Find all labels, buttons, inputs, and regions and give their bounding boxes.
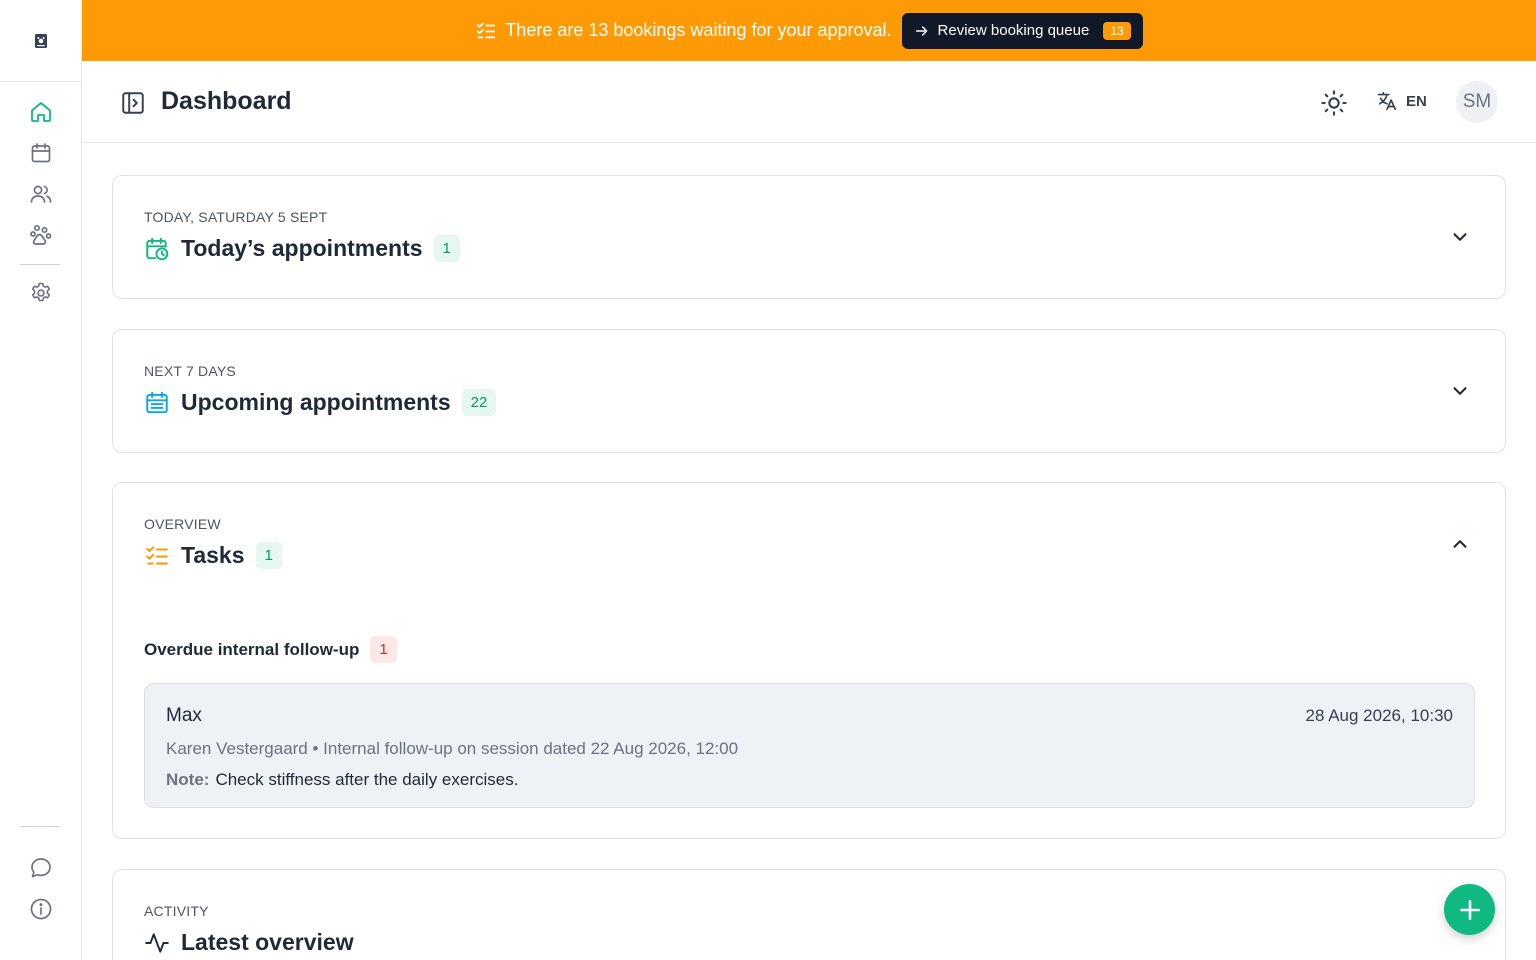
tasks-card: OVERVIEW Tasks 1 Overdue internal follow… [112,482,1506,839]
info-icon [30,898,52,920]
todays-appointments-card[interactable]: TODAY, SATURDAY 5 SEPT Today’s appointme… [112,175,1506,299]
task-due-date: 28 Aug 2026, 10:30 [1305,706,1453,725]
activity-card[interactable]: ACTIVITY Latest overview [112,869,1506,960]
task-item[interactable]: Max 28 Aug 2026, 10:30 Karen Vestergaard… [144,683,1475,808]
plus-icon [1459,899,1480,920]
settings-icon [31,282,51,302]
section-eyebrow: ACTIVITY [144,903,209,919]
section-title: Upcoming appointments [181,389,451,415]
calendar-list-icon [146,391,168,413]
sidebar-item-patients[interactable] [21,217,61,253]
task-note-text: Check stiffness after the daily exercise… [215,770,519,789]
sidebar [0,0,82,960]
sidebar-item-calendar[interactable] [21,135,61,171]
chevron-up-icon[interactable] [1449,533,1471,555]
section-title: Tasks [181,542,245,568]
calendar-clock-icon [146,237,169,260]
logo-icon [34,33,47,48]
task-note-label: Note: [166,770,210,789]
count-badge: 1 [255,542,282,569]
language-label: EN [1406,92,1427,110]
task-group-title: Overdue internal follow-up [144,639,360,659]
calendar-icon [31,143,51,163]
banner-message: There are 13 bookings waiting for your a… [505,20,892,40]
chevron-down-icon[interactable] [1449,226,1471,248]
translate-icon [1377,91,1397,111]
panel-toggle-icon [122,92,144,114]
section-eyebrow: TODAY, SATURDAY 5 SEPT [144,209,328,225]
users-icon [30,185,52,203]
sidebar-item-info[interactable] [21,891,61,927]
queue-count-badge: 13 [1103,21,1131,40]
sidebar-divider [20,264,60,265]
section-eyebrow: OVERVIEW [144,516,221,532]
sidebar-divider [20,826,60,827]
checklist-icon [477,22,496,38]
sun-icon [1321,90,1347,116]
count-badge: 22 [461,389,497,416]
user-avatar[interactable]: SM [1456,81,1498,123]
review-booking-queue-button[interactable]: Review booking queue 13 [901,12,1143,49]
section-title: Latest overview [181,929,354,955]
chat-icon [31,858,51,878]
add-button[interactable] [1444,884,1495,935]
page-header: Dashboard EN SM [82,61,1536,143]
section-eyebrow: NEXT 7 DAYS [144,363,236,379]
activity-icon [145,932,169,953]
sidebar-item-home[interactable] [21,94,61,130]
task-note: Note: Check stiffness after the daily exe… [166,770,518,790]
upcoming-appointments-card[interactable]: NEXT 7 DAYS Upcoming appointments 22 [112,329,1506,453]
page-title: Dashboard [161,87,292,115]
theme-toggle-button[interactable] [1320,89,1348,117]
review-booking-queue-label: Review booking queue [937,22,1090,39]
overdue-count-badge: 1 [370,636,397,663]
count-badge: 1 [433,235,460,262]
task-patient-name: Max [166,705,202,726]
paw-icon [30,224,52,245]
home-icon [31,102,51,122]
approval-banner: There are 13 bookings waiting for your a… [82,0,1536,61]
task-meta: Karen Vestergaard • Internal follow-up o… [166,739,739,758]
app-logo[interactable] [0,0,81,82]
chevron-down-icon[interactable] [1449,380,1471,402]
checklist-icon [146,545,168,565]
language-selector[interactable]: EN [1376,90,1427,112]
sidebar-item-clients[interactable] [21,176,61,212]
section-title: Today’s appointments [181,235,423,261]
sidebar-toggle-button[interactable] [120,90,146,116]
sidebar-item-settings[interactable] [21,275,61,311]
arrow-right-icon [915,25,927,36]
sidebar-item-feedback[interactable] [21,850,61,886]
task-group-header: Overdue internal follow-up 1 [144,636,397,663]
